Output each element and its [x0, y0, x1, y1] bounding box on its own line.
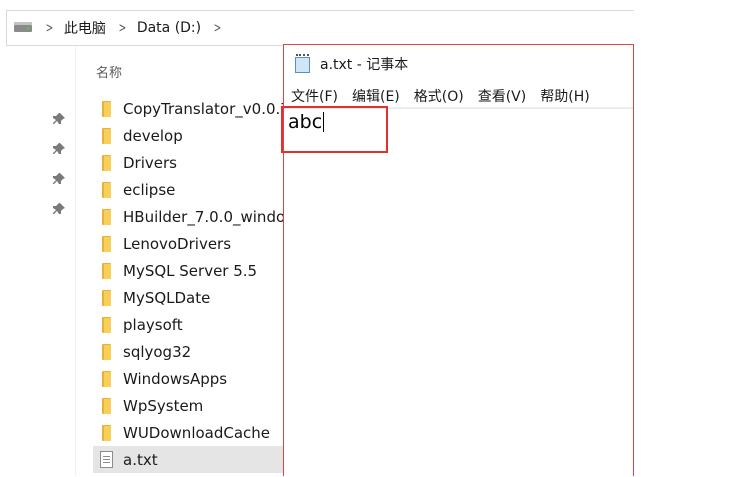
folder-icon: [99, 289, 115, 306]
text-editor-area[interactable]: abc: [284, 108, 633, 477]
file-list-item[interactable]: WindowsApps: [93, 365, 283, 392]
menu-help[interactable]: 帮助(H): [540, 86, 589, 106]
file-list-item[interactable]: MySQLDate: [93, 284, 283, 311]
folder-icon: [99, 235, 115, 252]
text-caret: [323, 112, 325, 132]
file-name: develop: [123, 126, 183, 145]
file-name: MySQL Server 5.5: [123, 261, 258, 280]
menu-view[interactable]: 查看(V): [478, 86, 527, 106]
file-list-item[interactable]: HBuilder_7.0.0_windows: [93, 203, 283, 230]
file-name: LenovoDrivers: [123, 234, 232, 253]
file-list-item[interactable]: WUDownloadCache: [93, 419, 283, 446]
file-list: CopyTranslator_v0.0.7develop Drivers eclip…: [93, 95, 283, 473]
file-name: MySQLDate: [123, 288, 211, 307]
chevron-right-icon[interactable]: >: [46, 21, 54, 36]
drive-icon: [13, 18, 33, 38]
column-header-name[interactable]: 名称: [96, 62, 122, 81]
pin-icon[interactable]: [50, 170, 70, 190]
breadcrumb-this-pc[interactable]: 此电脑: [64, 18, 106, 38]
notepad-title-bar[interactable]: a.txt - 记事本: [284, 45, 633, 83]
file-name: CopyTranslator_v0.0.7: [123, 99, 283, 118]
editor-text: abc: [288, 111, 323, 133]
file-name: a.txt: [123, 450, 158, 469]
file-name: eclipse: [123, 180, 176, 199]
folder-icon: [99, 154, 115, 171]
folder-icon: [99, 424, 115, 441]
address-bar[interactable]: > 此电脑 > Data (D:) >: [6, 10, 634, 46]
file-list-item[interactable]: a.txt: [93, 446, 283, 473]
folder-icon: [99, 343, 115, 360]
folder-icon: [99, 181, 115, 198]
window-title: a.txt - 记事本: [320, 57, 409, 73]
file-name: Drivers: [123, 153, 177, 172]
folder-icon: [99, 262, 115, 279]
folder-icon: [99, 397, 115, 414]
pin-icon[interactable]: [50, 200, 70, 220]
chevron-right-icon[interactable]: >: [119, 21, 127, 36]
file-list-item[interactable]: LenovoDrivers: [93, 230, 283, 257]
chevron-right-icon[interactable]: >: [214, 21, 222, 36]
file-name: WindowsApps: [123, 369, 228, 388]
folder-icon: [99, 316, 115, 333]
file-name: sqlyog32: [123, 342, 192, 361]
notepad-window[interactable]: a.txt - 记事本 文件(F) 编辑(E) 格式(O) 查看(V) 帮助(H…: [283, 44, 634, 476]
menu-bar: 文件(F) 编辑(E) 格式(O) 查看(V) 帮助(H): [284, 85, 633, 108]
file-name: HBuilder_7.0.0_windows: [123, 207, 283, 226]
menu-format[interactable]: 格式(O): [414, 86, 464, 106]
file-list-item[interactable]: playsoft: [93, 311, 283, 338]
file-list-item[interactable]: sqlyog32: [93, 338, 283, 365]
menu-file[interactable]: 文件(F): [291, 86, 338, 106]
notepad-icon: [294, 54, 312, 74]
file-list-item[interactable]: develop: [93, 122, 283, 149]
text-file-icon: [99, 450, 115, 469]
file-list-item[interactable]: eclipse: [93, 176, 283, 203]
file-list-item[interactable]: CopyTranslator_v0.0.7: [93, 95, 283, 122]
file-name: playsoft: [123, 315, 183, 334]
folder-icon: [99, 208, 115, 225]
file-name: WUDownloadCache: [123, 423, 271, 442]
folder-icon: [99, 370, 115, 387]
pin-icon[interactable]: [50, 110, 70, 130]
pin-icon[interactable]: [50, 140, 70, 160]
quick-access-pins: [50, 110, 70, 230]
folder-icon: [99, 100, 115, 117]
menu-edit[interactable]: 编辑(E): [352, 86, 400, 106]
folder-icon: [99, 127, 115, 144]
file-list-item[interactable]: MySQL Server 5.5: [93, 257, 283, 284]
file-name: WpSystem: [123, 396, 204, 415]
nav-pane-divider: [75, 47, 76, 476]
file-list-item[interactable]: WpSystem: [93, 392, 283, 419]
breadcrumb-data-drive[interactable]: Data (D:): [137, 20, 201, 36]
file-list-item[interactable]: Drivers: [93, 149, 283, 176]
